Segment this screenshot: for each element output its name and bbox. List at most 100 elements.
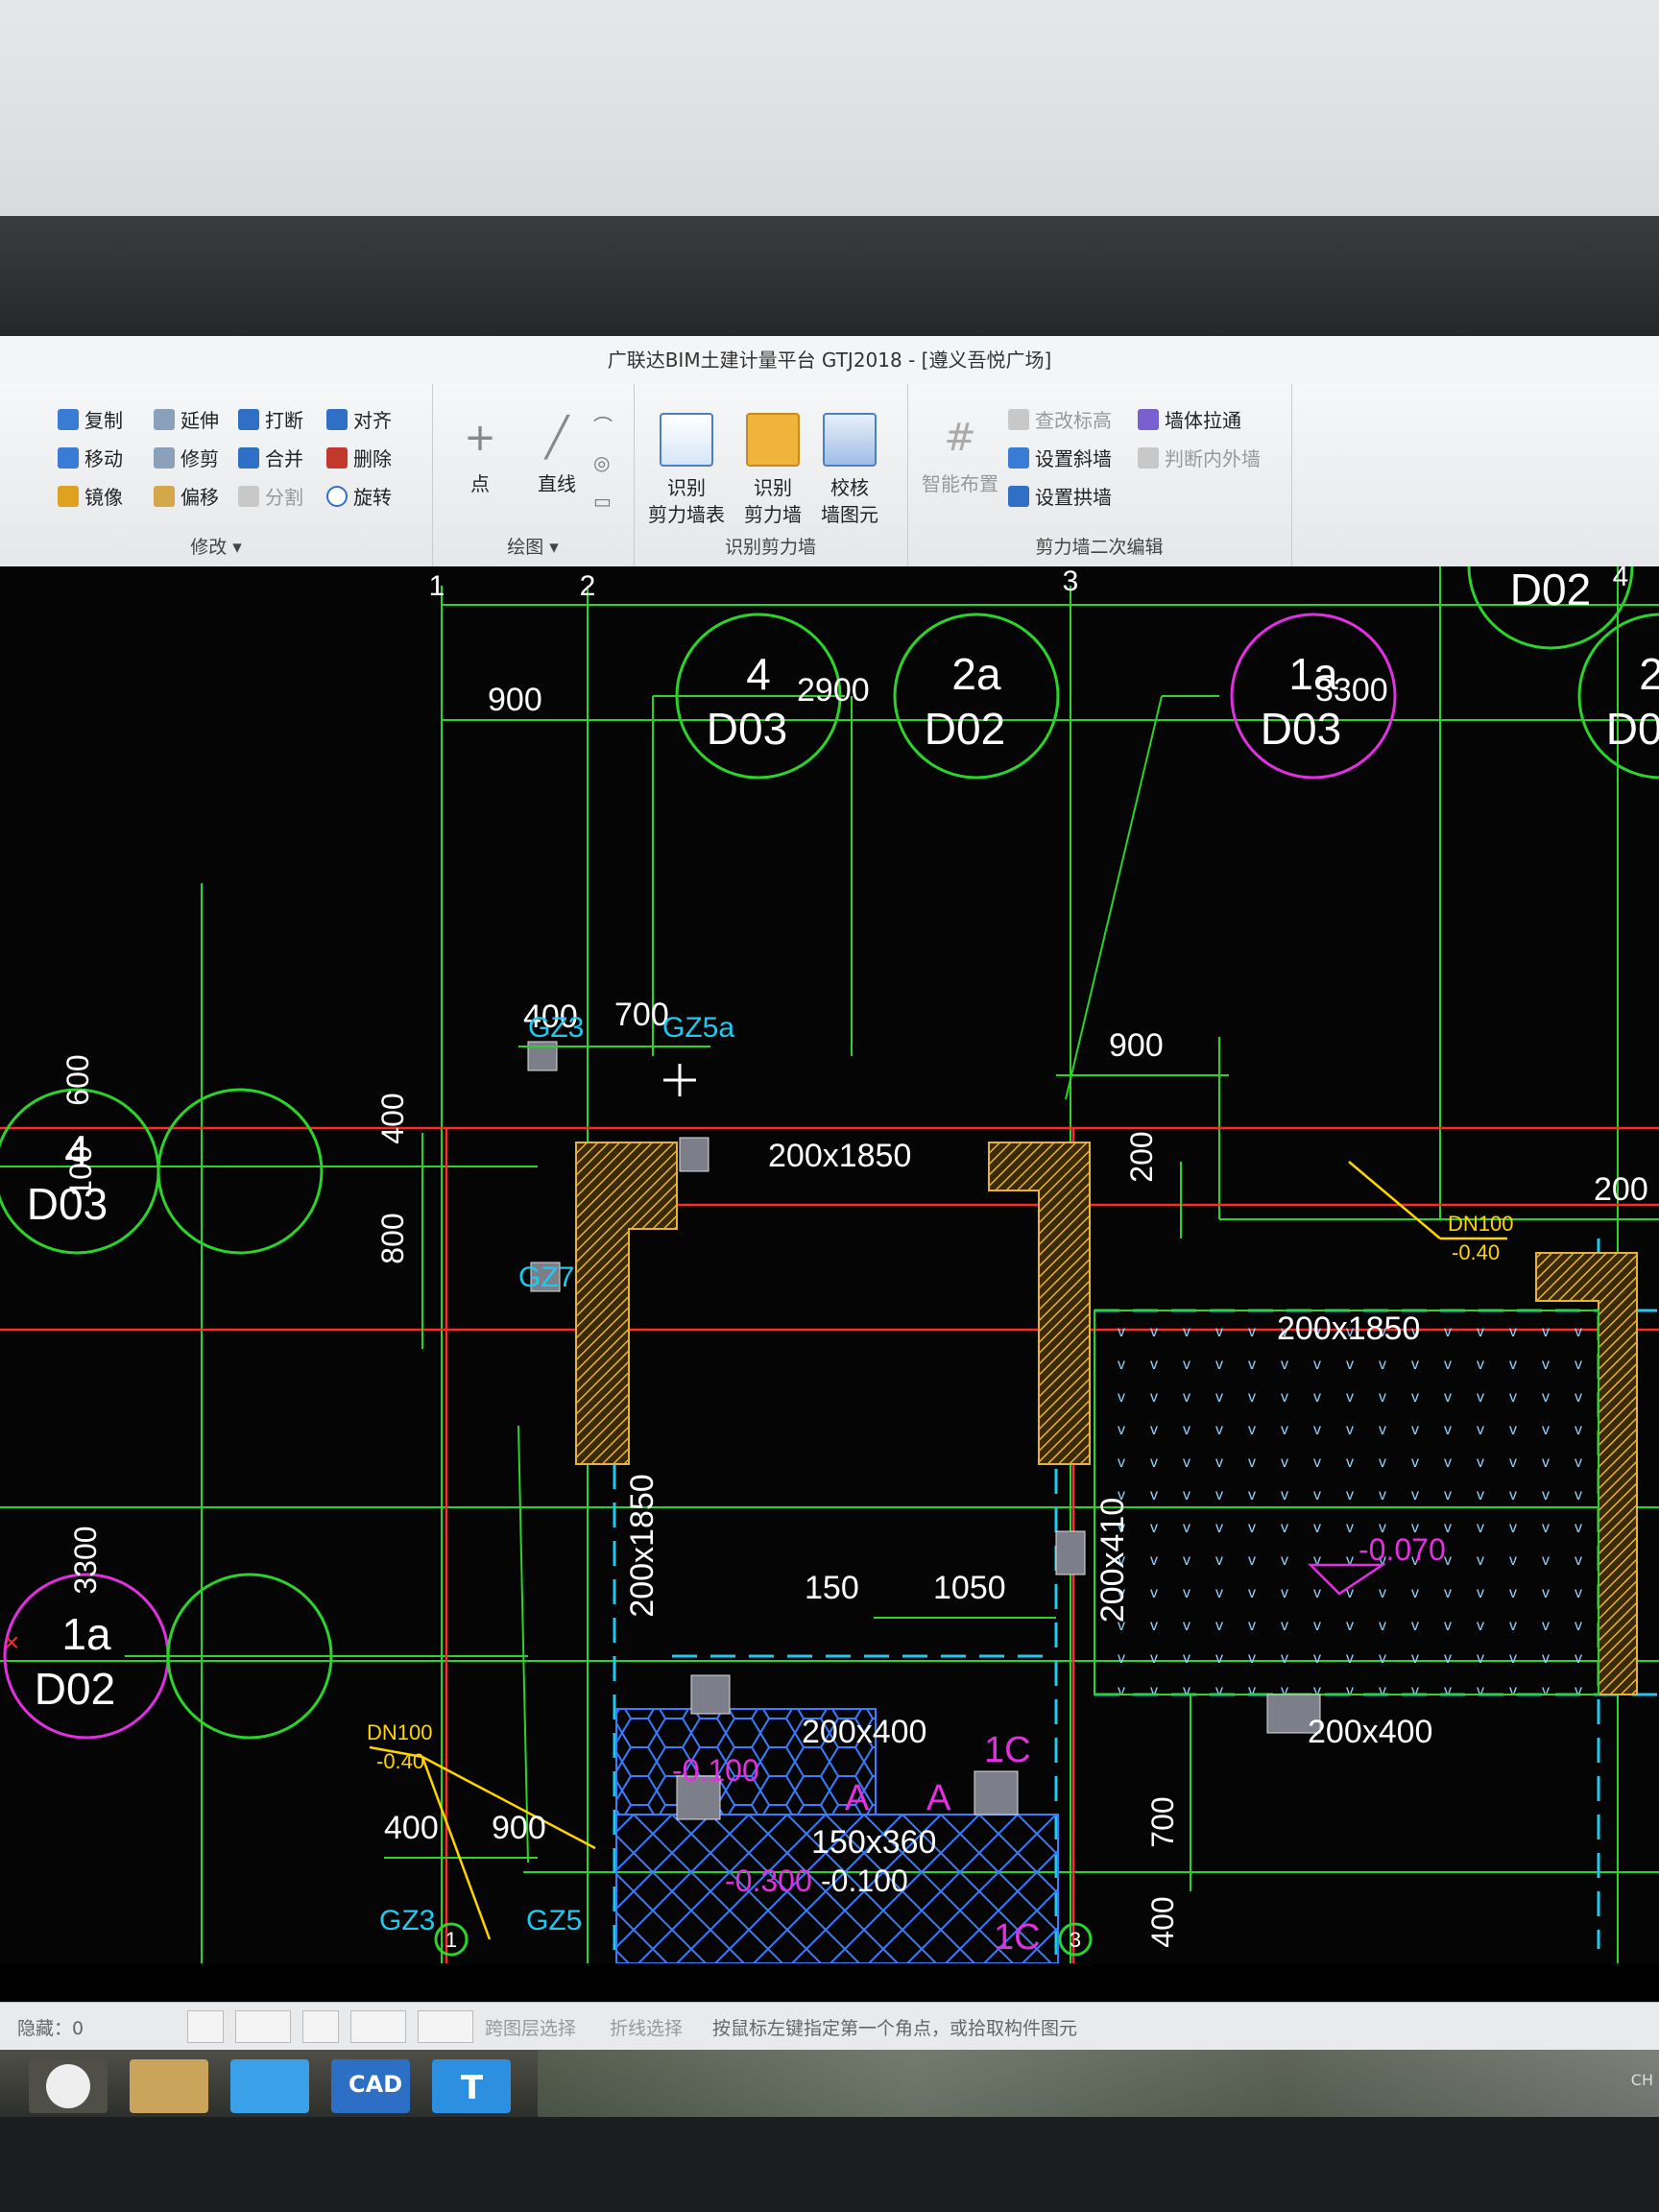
dimension: 2900 [797, 672, 870, 709]
point-tool[interactable]: + 点 [442, 413, 518, 497]
column-label: GZ3 [528, 1012, 584, 1044]
identify-wall-table-line2: 剪力墙表 [648, 503, 725, 526]
wall-align-label: 墙体拉通 [1165, 409, 1241, 432]
copy-tool[interactable]: 复制 [58, 405, 123, 433]
crosshair-cursor-icon [663, 1064, 696, 1096]
dimension: 200 [1124, 1131, 1159, 1182]
cad-app-icon[interactable]: CAD [331, 2059, 410, 2113]
smart-layout-button[interactable]: # 智能布置 [912, 413, 1008, 497]
column-label: GZ7 [518, 1262, 574, 1293]
pipe-label: -0.40 [1452, 1240, 1500, 1264]
slope-wall-icon [1008, 446, 1029, 469]
callout-number: 1a [61, 1609, 111, 1659]
identify-wall-table-line1: 识别 [667, 476, 706, 499]
ribbon-group-secondary: # 智能布置 查改标高 墙体拉通 设置斜墙 判断内外墙 设置拱墙 剪力墙二次编辑 [907, 384, 1292, 566]
dimension: 200 [1594, 1171, 1648, 1208]
polyline-select[interactable]: 折线选择 [610, 2014, 683, 2040]
callout-number: 2a [951, 649, 1001, 699]
axis-label: 1 [429, 570, 445, 602]
identify-shear-wall-line1: 识别 [754, 476, 792, 499]
wall-align-tool[interactable]: 墙体拉通 [1138, 405, 1241, 433]
t-label: T [461, 2069, 484, 2107]
identify-wall-table-button[interactable]: 识别 剪力墙表 [648, 413, 725, 528]
monitor-bezel-top [0, 216, 1659, 341]
move-tool[interactable]: 移动 [58, 444, 123, 471]
column-label: GZ5a [662, 1012, 734, 1044]
dimension: 900 [488, 682, 542, 718]
dynamic-input-dropdown[interactable] [418, 2010, 473, 2043]
pipe-label: DN100 [367, 1720, 432, 1744]
circle-tool[interactable]: ◎ [593, 451, 610, 474]
offset-icon [154, 485, 175, 507]
line-label: 直线 [538, 472, 576, 495]
check-wall-button[interactable]: 校核 墙图元 [811, 413, 888, 528]
rotate-icon [326, 485, 348, 507]
axis-label: 3 [1063, 566, 1079, 597]
dimension: 700 [1145, 1796, 1180, 1847]
circle-icon: ◎ [593, 451, 611, 474]
dimension: 700 [614, 997, 669, 1033]
arch-wall-tool[interactable]: 设置拱墙 [1008, 482, 1112, 510]
identify-shear-wall-button[interactable]: 识别 剪力墙 [734, 413, 811, 528]
file-explorer-icon[interactable] [130, 2059, 208, 2113]
glodon-app-icon[interactable] [230, 2059, 309, 2113]
status-bar: 隐藏：0 跨图层选择 折线选择 按鼠标左键指定第一个角点，或拾取构件图元 [0, 2002, 1659, 2051]
axis-x-marker: × [4, 1627, 19, 1657]
rotate-tool[interactable]: 旋转 [326, 482, 392, 510]
align-tool[interactable]: 对齐 [326, 405, 392, 433]
dimension: 100 [63, 1145, 98, 1196]
arch-wall-icon [1008, 485, 1029, 507]
arc-tool[interactable]: ⌒ [593, 411, 613, 439]
break-tool[interactable]: 打断 [238, 405, 303, 433]
dimension: 800 [375, 1213, 410, 1263]
edit-elevation-tool[interactable]: 查改标高 [1008, 405, 1112, 433]
line-tool[interactable]: ╱ 直线 [518, 413, 595, 497]
move-label: 移动 [84, 447, 123, 470]
taskbar-app-icon[interactable] [29, 2059, 108, 2113]
rect-tool[interactable]: ▭ [593, 490, 612, 513]
ribbon-group-modify: 复制 延伸 打断 对齐 移动 修剪 合并 删除 镜像 偏移 分割 旋转 修改 ▾ [0, 384, 433, 566]
extend-icon [154, 408, 175, 430]
delete-tool[interactable]: 删除 [326, 444, 392, 471]
ortho-toggle[interactable] [187, 2010, 224, 2043]
taskbar-reflection [538, 2050, 1659, 2117]
language-indicator[interactable]: CH [1631, 2071, 1653, 2089]
split-tool[interactable]: 分割 [238, 482, 303, 510]
wall-size-label: 150x360 [811, 1824, 936, 1861]
inner-outer-wall-label: 判断内外墙 [1165, 447, 1261, 470]
section-mark: 1C [994, 1917, 1041, 1958]
mirror-tool[interactable]: 镜像 [58, 482, 123, 510]
slope-wall-label: 设置斜墙 [1035, 447, 1112, 470]
angle-dropdown[interactable] [350, 2010, 406, 2043]
column-label: GZ3 [379, 1905, 435, 1936]
snap-dropdown[interactable] [235, 2010, 291, 2043]
section-mark: 1C [984, 1730, 1031, 1770]
dimension: 400 [384, 1810, 439, 1846]
trim-tool[interactable]: 修剪 [154, 444, 219, 471]
slope-wall-tool[interactable]: 设置斜墙 [1008, 444, 1112, 471]
cad-canvas[interactable]: v [0, 566, 1659, 1963]
offset-label: 偏移 [180, 486, 219, 509]
grid-icon: # [944, 416, 976, 460]
dimension: 600 [60, 1054, 95, 1105]
inner-outer-wall-tool[interactable]: 判断内外墙 [1138, 444, 1261, 471]
align-label: 对齐 [353, 409, 392, 432]
callout-ref: D03 [1261, 704, 1341, 754]
identify-shear-wall-line2: 剪力墙 [744, 503, 802, 526]
inner-outer-icon [1138, 446, 1159, 469]
check-wall-line1: 校核 [830, 476, 869, 499]
osnap-toggle[interactable] [302, 2010, 339, 2043]
dimension: 400 [375, 1093, 410, 1143]
ribbon-group-label-secondary: 剪力墙二次编辑 [1035, 537, 1164, 558]
t-app-icon[interactable]: T [432, 2059, 511, 2113]
merge-tool[interactable]: 合并 [238, 444, 303, 471]
offset-tool[interactable]: 偏移 [154, 482, 219, 510]
cross-layer-select[interactable]: 跨图层选择 [485, 2014, 576, 2040]
window-title: 广联达BIM土建计量平台 GTJ2018 - [遵义吾悦广场] [0, 336, 1659, 384]
wall-size-label: 200x400 [1308, 1714, 1432, 1750]
hidden-count: 隐藏：0 [17, 2018, 84, 2039]
shear-wall-icon [746, 413, 800, 467]
ribbon: 复制 延伸 打断 对齐 移动 修剪 合并 删除 镜像 偏移 分割 旋转 修改 ▾… [0, 384, 1659, 567]
wall-size-label: 200x410 [1094, 1498, 1131, 1623]
extend-tool[interactable]: 延伸 [154, 405, 219, 433]
